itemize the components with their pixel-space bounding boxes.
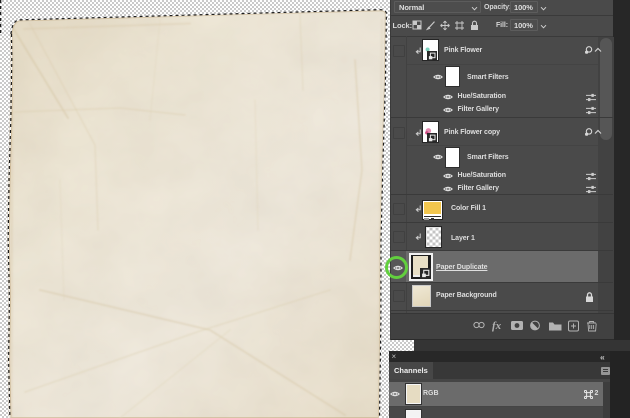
- svg-text:fx: fx: [492, 320, 502, 332]
